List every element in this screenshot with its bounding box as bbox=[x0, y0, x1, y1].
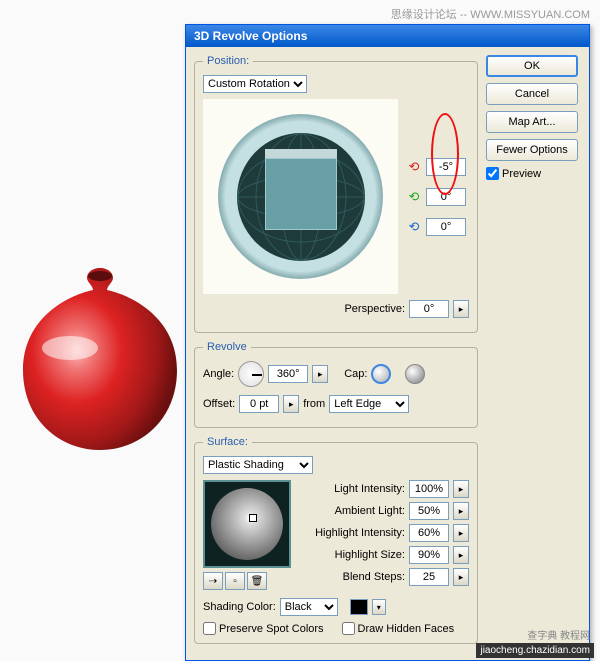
light-intensity-stepper[interactable]: ▸ bbox=[453, 480, 469, 498]
light-delete-button[interactable]: 🗑 bbox=[247, 572, 267, 590]
preserve-spot-checkbox[interactable]: Preserve Spot Colors bbox=[203, 622, 324, 635]
blend-steps-stepper[interactable]: ▸ bbox=[453, 568, 469, 586]
revolve-legend: Revolve bbox=[203, 341, 251, 353]
surface-group: Surface: Plastic Shading ⇢ ▫ 🗑 bbox=[194, 436, 478, 644]
vase-preview bbox=[15, 260, 185, 458]
angle-label: Angle: bbox=[203, 368, 234, 380]
light-intensity-input[interactable] bbox=[409, 480, 449, 498]
light-intensity-label: Light Intensity: bbox=[334, 483, 405, 495]
cap-on-icon[interactable] bbox=[371, 364, 391, 384]
preview-checkbox[interactable]: Preview bbox=[486, 167, 581, 180]
shading-color-label: Shading Color: bbox=[203, 601, 276, 613]
offset-stepper[interactable]: ▸ bbox=[283, 395, 299, 413]
trackball[interactable] bbox=[203, 99, 398, 294]
offset-label: Offset: bbox=[203, 398, 235, 410]
offset-input[interactable] bbox=[239, 395, 279, 413]
light-back-button[interactable]: ⇢ bbox=[203, 572, 223, 590]
map-art-button[interactable]: Map Art... bbox=[486, 111, 578, 133]
highlight-size-label: Highlight Size: bbox=[335, 549, 405, 561]
highlight-size-stepper[interactable]: ▸ bbox=[453, 546, 469, 564]
dialog-title: 3D Revolve Options bbox=[186, 25, 589, 47]
axis-y-icon: ⟲ bbox=[406, 189, 422, 205]
axis-z-icon: ⟲ bbox=[406, 219, 422, 235]
angle-stepper[interactable]: ▸ bbox=[312, 365, 328, 383]
surface-legend: Surface: bbox=[203, 436, 252, 448]
cap-label: Cap: bbox=[344, 368, 367, 380]
perspective-input[interactable] bbox=[409, 300, 449, 318]
shading-color-dropdown[interactable]: ▾ bbox=[372, 599, 386, 615]
watermark-bottom: jiaocheng.chazidian.com bbox=[476, 643, 594, 658]
blend-steps-input[interactable] bbox=[409, 568, 449, 586]
light-sphere[interactable] bbox=[203, 480, 291, 568]
from-select[interactable]: Left Edge bbox=[329, 395, 409, 413]
revolve-group: Revolve Angle: ▸ Cap: Offset: ▸ from bbox=[194, 341, 478, 428]
fewer-options-button[interactable]: Fewer Options bbox=[486, 139, 578, 161]
perspective-stepper[interactable]: ▸ bbox=[453, 300, 469, 318]
axis-x-input[interactable] bbox=[426, 158, 466, 176]
axis-z-input[interactable] bbox=[426, 218, 466, 236]
draw-hidden-checkbox[interactable]: Draw Hidden Faces bbox=[342, 622, 455, 635]
angle-dial[interactable] bbox=[238, 361, 264, 387]
ambient-light-stepper[interactable]: ▸ bbox=[453, 502, 469, 520]
cap-off-icon[interactable] bbox=[405, 364, 425, 384]
highlight-size-input[interactable] bbox=[409, 546, 449, 564]
ok-button[interactable]: OK bbox=[486, 55, 578, 77]
highlight-intensity-input[interactable] bbox=[409, 524, 449, 542]
watermark-bottom-2: 查字典 教程网 bbox=[523, 625, 594, 644]
shading-select[interactable]: Plastic Shading bbox=[203, 456, 313, 474]
from-label: from bbox=[303, 398, 325, 410]
position-legend: Position: bbox=[203, 55, 253, 67]
position-group: Position: Custom Rotation bbox=[194, 55, 478, 333]
ambient-light-input[interactable] bbox=[409, 502, 449, 520]
angle-input[interactable] bbox=[268, 365, 308, 383]
watermark-top: 思缘设计论坛 -- WWW.MISSYUAN.COM bbox=[391, 6, 590, 22]
blend-steps-label: Blend Steps: bbox=[343, 571, 405, 583]
axis-y-input[interactable] bbox=[426, 188, 466, 206]
shading-color-select[interactable]: Black bbox=[280, 598, 338, 616]
axis-x-icon: ⟲ bbox=[406, 159, 422, 175]
shading-color-swatch[interactable] bbox=[350, 599, 368, 615]
perspective-label: Perspective: bbox=[344, 303, 405, 315]
highlight-intensity-stepper[interactable]: ▸ bbox=[453, 524, 469, 542]
highlight-intensity-label: Highlight Intensity: bbox=[315, 527, 405, 539]
light-new-button[interactable]: ▫ bbox=[225, 572, 245, 590]
rotation-select[interactable]: Custom Rotation bbox=[203, 75, 307, 93]
dialog-3d-revolve-options: 3D Revolve Options Position: Custom Rota… bbox=[185, 24, 590, 661]
cancel-button[interactable]: Cancel bbox=[486, 83, 578, 105]
ambient-light-label: Ambient Light: bbox=[335, 505, 405, 517]
